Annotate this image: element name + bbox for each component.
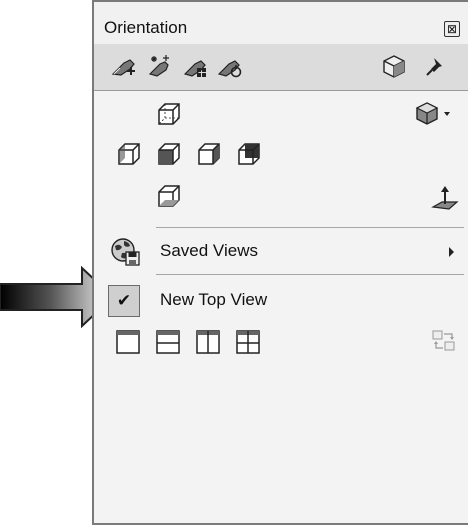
saved-views-label: Saved Views xyxy=(160,241,258,260)
two-horizontal-viewport-icon[interactable] xyxy=(156,330,180,354)
orientation-body: Saved Views ✔ New Top View xyxy=(94,91,468,523)
panel-title: Orientation xyxy=(104,18,188,37)
left-view-cube-icon[interactable] xyxy=(116,141,142,167)
checkmark-icon: ✔ xyxy=(108,285,140,317)
close-icon[interactable]: ⊠ xyxy=(444,21,460,37)
display-style-dropdown-icon[interactable] xyxy=(414,101,454,127)
single-viewport-icon[interactable] xyxy=(116,330,140,354)
view-tool-icon-4[interactable] xyxy=(216,54,244,78)
panel-titlebar: Orientation ⊠ xyxy=(94,2,468,44)
section-divider xyxy=(156,227,464,228)
saved-views-menu-item[interactable]: Saved Views xyxy=(94,231,468,271)
orientation-toolbar xyxy=(94,44,468,91)
pin-icon[interactable] xyxy=(422,54,450,78)
front-view-cube-icon[interactable] xyxy=(156,141,182,167)
view-cube-icon[interactable] xyxy=(380,54,408,78)
submenu-arrow-icon xyxy=(449,247,454,257)
right-view-cube-icon[interactable] xyxy=(196,141,222,167)
new-top-view-menu-item[interactable]: ✔ New Top View xyxy=(94,280,468,320)
bottom-view-cube-icon[interactable] xyxy=(156,183,182,209)
view-tool-icon-2[interactable] xyxy=(146,54,174,78)
view-tool-icon-1[interactable] xyxy=(110,54,138,78)
link-views-icon[interactable] xyxy=(430,328,460,356)
back-view-cube-icon[interactable] xyxy=(236,141,262,167)
normal-to-icon[interactable] xyxy=(430,183,460,213)
two-vertical-viewport-icon[interactable] xyxy=(196,330,220,354)
orientation-panel: Orientation ⊠ Saved Views ✔ New Top View xyxy=(92,0,468,525)
four-viewport-icon[interactable] xyxy=(236,330,260,354)
menu-divider xyxy=(156,274,464,275)
view-tool-icon-3[interactable] xyxy=(182,54,210,78)
saved-views-globe-icon xyxy=(111,238,140,266)
top-view-cube-icon[interactable] xyxy=(156,101,182,127)
new-top-view-label: New Top View xyxy=(160,290,268,309)
